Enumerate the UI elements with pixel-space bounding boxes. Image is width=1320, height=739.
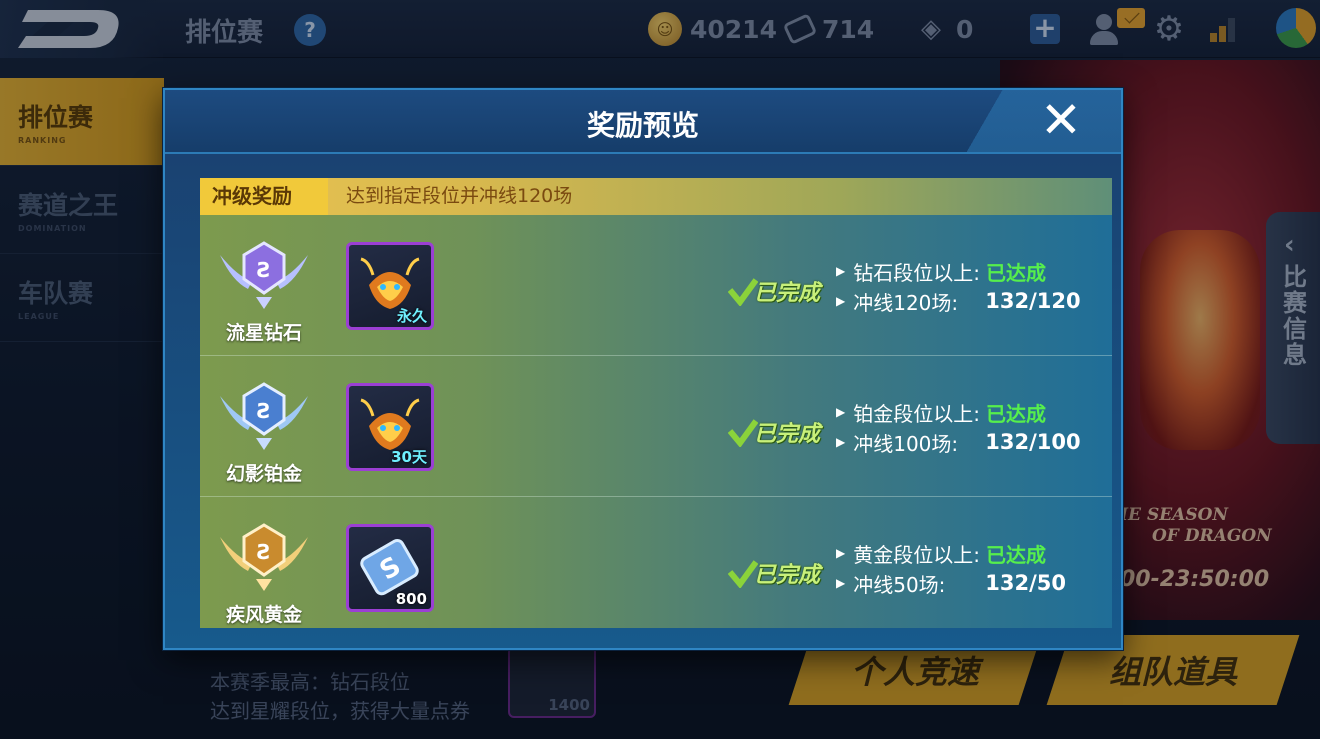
gold-rank-badge-icon: Ƨ — [220, 523, 308, 591]
svg-text:Ƨ: Ƨ — [257, 258, 271, 282]
requirement-progress: 132/100 — [985, 430, 1081, 454]
reward-item-card[interactable]: S 800 — [346, 524, 434, 612]
requirement-progress: 132/50 — [985, 571, 1066, 595]
svg-text:Ƨ: Ƨ — [257, 399, 271, 423]
bullet-icon: ▶ — [836, 264, 846, 278]
bullet-icon: ▶ — [836, 405, 846, 419]
dialog-header: 奖励预览 ✕ — [165, 90, 1121, 154]
item-quantity: 800 — [395, 590, 427, 608]
requirement-rank: ▶ 钻石段位以上: 已达成 — [836, 257, 1046, 285]
reward-row: Ƨ 流星钻石 永久 已完成 ▶ 钻石段位以上: 已达成 ▶ 冲线120场: 13… — [200, 215, 1112, 356]
item-duration: 30天 — [391, 448, 427, 466]
diamond-rank-badge-icon: Ƨ — [220, 241, 308, 309]
bullet-icon: ▶ — [836, 435, 846, 449]
completed-stamp: 已完成 — [728, 271, 820, 311]
completed-label: 已完成 — [754, 422, 821, 447]
reward-item-card[interactable]: 永久 — [346, 242, 434, 330]
reward-preview-dialog: 奖励预览 ✕ 冲级奖励 达到指定段位并冲线120场 Ƨ 流星钻石 永久 已完成 … — [163, 88, 1123, 650]
bullet-icon: ▶ — [836, 576, 846, 590]
requirement-label: 冲线50场: — [853, 572, 946, 597]
section-desc: 达到指定段位并冲线120场 — [346, 185, 573, 207]
item-duration: 永久 — [396, 307, 427, 325]
requirement-rank: ▶ 铂金段位以上: 已达成 — [836, 398, 1046, 426]
bullet-icon: ▶ — [836, 546, 846, 560]
completed-label: 已完成 — [754, 563, 821, 588]
completed-label: 已完成 — [754, 281, 821, 306]
platinum-rank-badge-icon: Ƨ — [220, 382, 308, 450]
rank-name: 疾风黄金 — [225, 604, 302, 626]
requirement-label: 冲线100场: — [853, 431, 959, 456]
rank-name: 流星钻石 — [225, 322, 302, 344]
close-icon[interactable]: ✕ — [1039, 95, 1083, 145]
svg-text:Ƨ: Ƨ — [257, 540, 271, 564]
reward-row: Ƨ 幻影铂金 30天 已完成 ▶ 铂金段位以上: 已达成 ▶ 冲线100场: 1… — [200, 356, 1112, 497]
completed-stamp: 已完成 — [728, 412, 820, 452]
requirement-races: ▶ 冲线50场: 132/50 — [836, 569, 1066, 597]
requirement-races: ▶ 冲线100场: 132/100 — [836, 428, 1081, 456]
completed-stamp: 已完成 — [728, 553, 820, 593]
requirement-label: 冲线120场: — [853, 290, 959, 315]
section-tag: 冲级奖励 — [200, 178, 328, 215]
reward-row: Ƨ 疾风黄金 S 800 已完成 ▶ 黄金段位以上: 已达成 ▶ 冲线50场: … — [200, 497, 1112, 638]
bullet-icon: ▶ — [836, 294, 846, 308]
requirement-rank: ▶ 黄金段位以上: 已达成 — [836, 539, 1046, 567]
requirement-label: 钻石段位以上: — [853, 260, 980, 285]
rank-name: 幻影铂金 — [225, 463, 302, 485]
reward-item-card[interactable]: 30天 — [346, 383, 434, 471]
requirement-progress: 132/120 — [985, 289, 1081, 313]
requirement-status: 已达成 — [985, 260, 1046, 285]
requirement-races: ▶ 冲线120场: 132/120 — [836, 287, 1081, 315]
section-header: 冲级奖励 达到指定段位并冲线120场 — [200, 178, 1112, 215]
requirement-label: 铂金段位以上: — [853, 401, 980, 426]
requirement-label: 黄金段位以上: — [853, 542, 980, 567]
requirement-status: 已达成 — [985, 542, 1046, 567]
dialog-title: 奖励预览 — [586, 109, 699, 142]
requirement-status: 已达成 — [985, 401, 1046, 426]
reward-panel: 冲级奖励 达到指定段位并冲线120场 Ƨ 流星钻石 永久 已完成 ▶ 钻石段位以… — [200, 178, 1112, 628]
